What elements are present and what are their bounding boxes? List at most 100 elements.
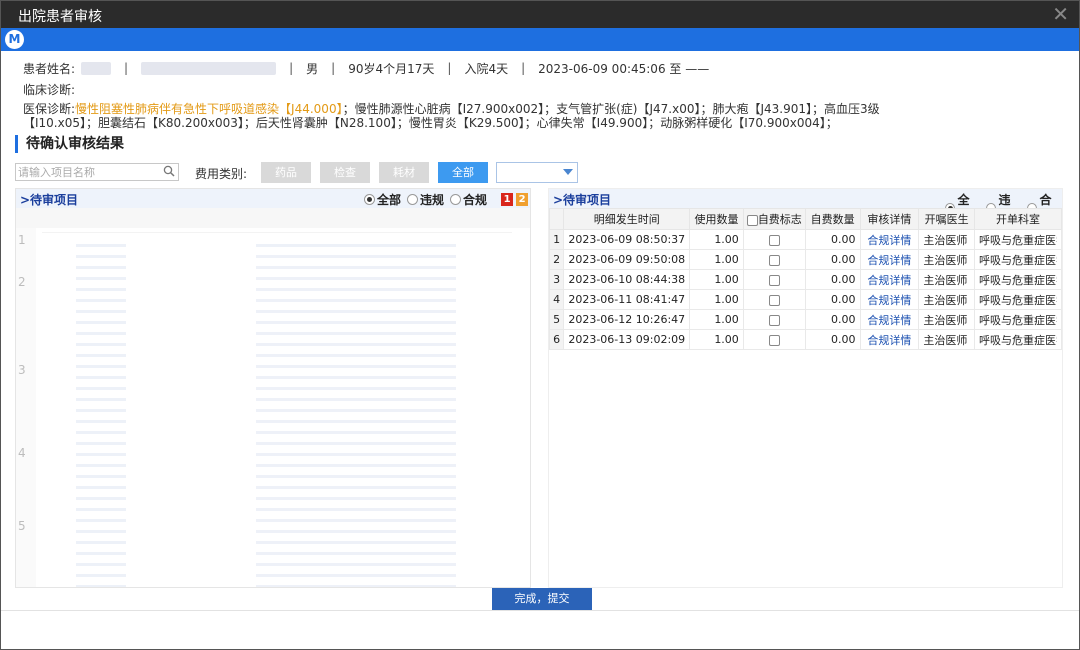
warning-count-badge[interactable]: 2	[516, 193, 529, 206]
row-doctor: 主治医师	[918, 329, 975, 350]
right-review-panel: >待审项目 全部 违规 合规 明细发生时间 使用数量 自费标志 自费数量 审核详…	[548, 188, 1063, 588]
footer-divider	[1, 610, 1079, 611]
violation-count-badge[interactable]: 1	[501, 193, 514, 206]
search-icon[interactable]	[163, 165, 175, 177]
row-index: 1	[549, 229, 565, 250]
row-self-qty: 0.00	[804, 269, 861, 290]
row-qty: 1.00	[689, 249, 744, 270]
self-pay-checkbox[interactable]	[768, 234, 780, 246]
left-row-idx-5: 5	[18, 519, 26, 533]
left-panel-title: >待审项目	[20, 193, 79, 207]
filter-material-button[interactable]: 耗材	[379, 162, 429, 183]
row-self-qty: 0.00	[804, 309, 861, 330]
insurance-diagnosis-label: 医保诊断:	[23, 102, 76, 116]
radio-compliant[interactable]	[450, 194, 462, 205]
row-dept: 呼吸与危重症医学科	[973, 309, 1062, 330]
row-self-qty: 0.00	[804, 229, 861, 250]
self-pay-checkbox[interactable]	[768, 334, 780, 346]
close-icon[interactable]: ✕	[1052, 3, 1069, 25]
filter-exam-button[interactable]: 检查	[320, 162, 370, 183]
primary-diagnosis: 慢性阻塞性肺病伴有急性下呼吸道感染【J44.000】	[75, 102, 343, 116]
row-detail: 合规详情	[859, 289, 920, 310]
self-pay-checkbox[interactable]	[768, 294, 780, 306]
left-row-idx-1: 1	[18, 233, 26, 247]
left-review-panel: >待审项目 全部 违规 合规 1 2 1 2 3 4 5 6	[15, 188, 531, 588]
row-index: 6	[549, 329, 565, 350]
row-self-flag	[742, 249, 806, 270]
col-time[interactable]: 明细发生时间	[563, 208, 691, 230]
row-dept: 呼吸与危重症医学科	[973, 269, 1062, 290]
radio-all[interactable]	[364, 194, 375, 205]
row-self-qty: 0.00	[804, 329, 861, 350]
detail-table: 明细发生时间 使用数量 自费标志 自费数量 审核详情 开嘱医生 开单科室 1 20…	[549, 208, 1062, 350]
row-self-qty: 0.00	[804, 289, 861, 310]
table-row[interactable]: 4 2023-06-11 08:41:47 1.00 0.00 合规详情 主治医师 呼吸与危…	[549, 289, 1062, 310]
row-qty: 1.00	[689, 309, 744, 330]
insurance-diagnosis: 医保诊断:慢性阻塞性肺病伴有急性下呼吸道感染【J44.000】；慢性肺源性心脏病…	[23, 102, 880, 130]
row-detail: 合规详情	[859, 249, 920, 270]
row-self-flag	[742, 309, 806, 330]
left-table-header	[16, 208, 530, 228]
row-doctor: 主治医师	[918, 249, 975, 270]
self-pay-checkbox[interactable]	[768, 274, 780, 286]
self-pay-checkbox[interactable]	[768, 314, 780, 326]
table-row[interactable]: 6 2023-06-13 09:02:09 1.00 0.00 合规详情 主治医师 呼吸与危…	[549, 329, 1062, 350]
col-self-flag[interactable]: 自费标志	[742, 208, 806, 230]
row-detail: 合规详情	[859, 229, 920, 250]
search-input[interactable]	[16, 164, 156, 180]
submit-button[interactable]: 完成，提交	[492, 588, 592, 610]
filter-drug-button[interactable]: 药品	[261, 162, 311, 183]
table-header-row: 明细发生时间 使用数量 自费标志 自费数量 审核详情 开嘱医生 开单科室	[549, 208, 1062, 230]
select-all-checkbox[interactable]	[746, 214, 758, 226]
admit-time: 2023-06-09 00:45:06 至 ——	[538, 61, 710, 76]
row-detail: 合规详情	[859, 309, 920, 330]
radio-violation[interactable]	[407, 194, 419, 205]
col-detail[interactable]: 审核详情	[859, 208, 920, 230]
left-row-idx-3: 3	[18, 363, 26, 377]
col-qty[interactable]: 使用数量	[689, 208, 744, 230]
row-detail: 合规详情	[859, 329, 920, 350]
row-index: 4	[549, 289, 565, 310]
row-doctor: 主治医师	[918, 309, 975, 330]
col-doctor[interactable]: 开嘱医生	[918, 208, 975, 230]
table-row[interactable]: 3 2023-06-10 08:44:38 1.00 0.00 合规详情 主治医师 呼吸与危…	[549, 269, 1062, 290]
category-select[interactable]	[496, 162, 578, 183]
row-doctor: 主治医师	[918, 269, 975, 290]
left-row-idx-4: 4	[18, 446, 26, 460]
col-dept[interactable]: 开单科室	[973, 208, 1062, 230]
detail-link[interactable]: 合规详情	[867, 314, 911, 327]
table-row[interactable]: 5 2023-06-12 10:26:47 1.00 0.00 合规详情 主治医师 呼吸与危…	[549, 309, 1062, 330]
app-logo-icon: M	[5, 30, 24, 49]
detail-link[interactable]: 合规详情	[867, 274, 911, 287]
detail-link[interactable]: 合规详情	[867, 334, 911, 347]
row-dept: 呼吸与危重症医学科	[973, 289, 1062, 310]
search-box[interactable]	[15, 163, 179, 181]
table-row[interactable]: 1 2023-06-09 08:50:37 1.00 0.00 合规详情 主治医师 呼吸与危…	[549, 229, 1062, 250]
left-table-faded: 1 2 3 4 5 6	[16, 208, 530, 587]
detail-link[interactable]: 合规详情	[867, 254, 911, 267]
patient-id-redacted	[141, 61, 277, 75]
row-doctor: 主治医师	[918, 229, 975, 250]
left-panel-header: >待审项目 全部 违规 合规 1 2	[16, 189, 530, 208]
col-self-qty[interactable]: 自费数量	[804, 208, 861, 230]
hospital-stay: 入院4天	[464, 61, 509, 76]
brand-bar: M	[1, 28, 1079, 51]
filter-all-button[interactable]: 全部	[438, 162, 488, 183]
row-self-flag	[742, 229, 806, 250]
right-panel-title: >待审项目	[553, 193, 612, 207]
chevron-down-icon	[563, 169, 573, 175]
detail-link[interactable]: 合规详情	[867, 294, 911, 307]
self-pay-checkbox[interactable]	[768, 254, 780, 266]
patient-info: 患者姓名: | | 男 | 90岁4个月17天 | 入院4天 | 2023-06…	[23, 61, 710, 76]
row-time: 2023-06-12 10:26:47	[563, 309, 691, 330]
right-panel-header: >待审项目 全部 违规 合规	[549, 189, 1062, 224]
row-detail: 合规详情	[859, 269, 920, 290]
row-qty: 1.00	[689, 269, 744, 290]
detail-link[interactable]: 合规详情	[867, 234, 911, 247]
fee-type-label: 费用类别:	[195, 167, 248, 181]
table-row[interactable]: 2 2023-06-09 09:50:08 1.00 0.00 合规详情 主治医师 呼吸与危…	[549, 249, 1062, 270]
row-self-flag	[742, 269, 806, 290]
row-time: 2023-06-11 08:41:47	[563, 289, 691, 310]
row-time: 2023-06-09 08:50:37	[563, 229, 691, 250]
secondary-diagnoses-cont: 【I10.x05】；胆囊结石【K80.200x003】；后天性肾囊肿【N28.1…	[23, 116, 838, 130]
